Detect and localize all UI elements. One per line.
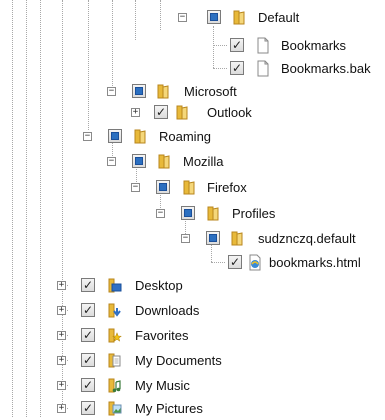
downloads-folder-icon (108, 303, 121, 318)
partial-checkbox[interactable] (156, 180, 170, 194)
collapse-toggle[interactable]: − (107, 157, 116, 166)
tree-guide-line (26, 0, 27, 417)
partial-checkbox[interactable] (108, 129, 122, 143)
expand-toggle[interactable]: + (57, 331, 66, 340)
favorites-folder-icon (108, 328, 122, 343)
checked-checkbox[interactable]: ✓ (230, 61, 244, 75)
tree-node-bookmarks-bak[interactable]: ✓ Bookmarks.bak (230, 60, 385, 80)
folder-icon (158, 154, 170, 169)
tree-node-desktop[interactable]: + ✓ Desktop (57, 277, 207, 297)
partial-checkbox[interactable] (132, 154, 146, 168)
folder-icon (207, 206, 219, 221)
partial-checkbox[interactable] (181, 206, 195, 220)
tree-node-firefox[interactable]: − Firefox (131, 179, 291, 199)
folder-label: My Documents (135, 353, 222, 368)
folder-label: Desktop (135, 278, 183, 293)
tree-connector (213, 68, 227, 69)
collapse-toggle[interactable]: − (83, 132, 92, 141)
tree-node-my-music[interactable]: + ✓ My Music (57, 377, 207, 397)
expand-toggle[interactable]: + (57, 356, 66, 365)
checked-checkbox[interactable]: ✓ (81, 353, 95, 367)
tree-node-outlook[interactable]: + ✓ Outlook (131, 104, 291, 124)
checked-checkbox[interactable]: ✓ (230, 38, 244, 52)
file-icon (257, 37, 269, 54)
folder-icon (231, 231, 243, 246)
collapse-toggle[interactable]: − (131, 183, 140, 192)
file-icon (257, 60, 269, 77)
file-label: Bookmarks (281, 38, 347, 53)
expand-toggle[interactable]: + (57, 381, 66, 390)
folder-label: Mozilla (183, 154, 224, 169)
folder-label: sudznczq.default (258, 231, 356, 246)
collapse-toggle[interactable]: − (156, 209, 165, 218)
tree-node-roaming[interactable]: − Roaming (83, 128, 243, 148)
tree-guide-line (112, 0, 113, 92)
tree-guide-line (40, 0, 41, 417)
collapse-toggle[interactable]: − (178, 13, 187, 22)
partial-checkbox[interactable] (206, 231, 220, 245)
folder-icon (134, 129, 146, 144)
tree-connector (213, 45, 227, 46)
tree-node-my-documents[interactable]: + ✓ My Documents (57, 352, 237, 372)
tree-node-default[interactable]: − Default (178, 9, 328, 29)
tree-guide-line (88, 0, 89, 130)
partial-checkbox[interactable] (207, 10, 221, 24)
tree-connector (211, 262, 225, 263)
folder-label: Outlook (207, 105, 252, 120)
expand-toggle[interactable]: + (57, 306, 66, 315)
tree-node-bookmarks-html[interactable]: ✓ bookmarks.html (228, 254, 383, 274)
checked-checkbox[interactable]: ✓ (81, 303, 95, 317)
folder-label: Microsoft (184, 84, 237, 99)
desktop-folder-icon (108, 278, 122, 293)
checked-checkbox[interactable]: ✓ (81, 378, 95, 392)
folder-icon (233, 10, 245, 25)
folder-label: Firefox (207, 180, 247, 195)
tree-node-profiles[interactable]: − Profiles (156, 205, 316, 225)
tree-guide-line (135, 0, 136, 40)
checked-checkbox[interactable]: ✓ (81, 328, 95, 342)
tree-node-my-pictures[interactable]: + ✓ My Pictures (57, 400, 207, 420)
file-label: bookmarks.html (269, 255, 361, 270)
folder-tree: − Default ✓ Bookmarks ✓ Bookmarks.bak − … (0, 0, 385, 417)
partial-checkbox[interactable] (132, 84, 146, 98)
folder-label: My Pictures (135, 401, 203, 416)
html-file-icon (249, 254, 261, 271)
folder-icon (183, 180, 195, 195)
expand-toggle[interactable]: + (57, 281, 66, 290)
expand-toggle[interactable]: + (57, 404, 66, 413)
file-label: Bookmarks.bak (281, 61, 371, 76)
checked-checkbox[interactable]: ✓ (81, 401, 95, 415)
folder-label: Default (258, 10, 300, 25)
tree-node-profile-default[interactable]: − sudznczq.default (181, 230, 376, 250)
tree-guide-line (62, 0, 63, 410)
tree-node-mozilla[interactable]: − Mozilla (107, 153, 267, 173)
tree-guide-line (213, 26, 214, 68)
folder-label: Downloads (135, 303, 200, 318)
checked-checkbox[interactable]: ✓ (81, 278, 95, 292)
tree-guide-line (160, 0, 161, 30)
tree-node-downloads[interactable]: + ✓ Downloads (57, 302, 207, 322)
tree-node-microsoft[interactable]: − Microsoft (107, 83, 267, 103)
music-folder-icon (108, 378, 121, 393)
checked-checkbox[interactable]: ✓ (154, 105, 168, 119)
collapse-toggle[interactable]: − (107, 87, 116, 96)
folder-label: Roaming (159, 129, 212, 144)
folder-label: Profiles (232, 206, 276, 221)
folder-icon (176, 105, 188, 120)
tree-node-favorites[interactable]: + ✓ Favorites (57, 327, 207, 347)
tree-guide-line (12, 0, 13, 417)
folder-icon (157, 84, 169, 99)
folder-label: Favorites (135, 328, 189, 343)
folder-label: My Music (135, 378, 190, 393)
collapse-toggle[interactable]: − (181, 234, 190, 243)
tree-node-bookmarks[interactable]: ✓ Bookmarks (230, 37, 380, 57)
checked-checkbox[interactable]: ✓ (228, 255, 242, 269)
pictures-folder-icon (108, 401, 122, 416)
expand-toggle[interactable]: + (131, 108, 140, 117)
documents-folder-icon (108, 353, 121, 368)
